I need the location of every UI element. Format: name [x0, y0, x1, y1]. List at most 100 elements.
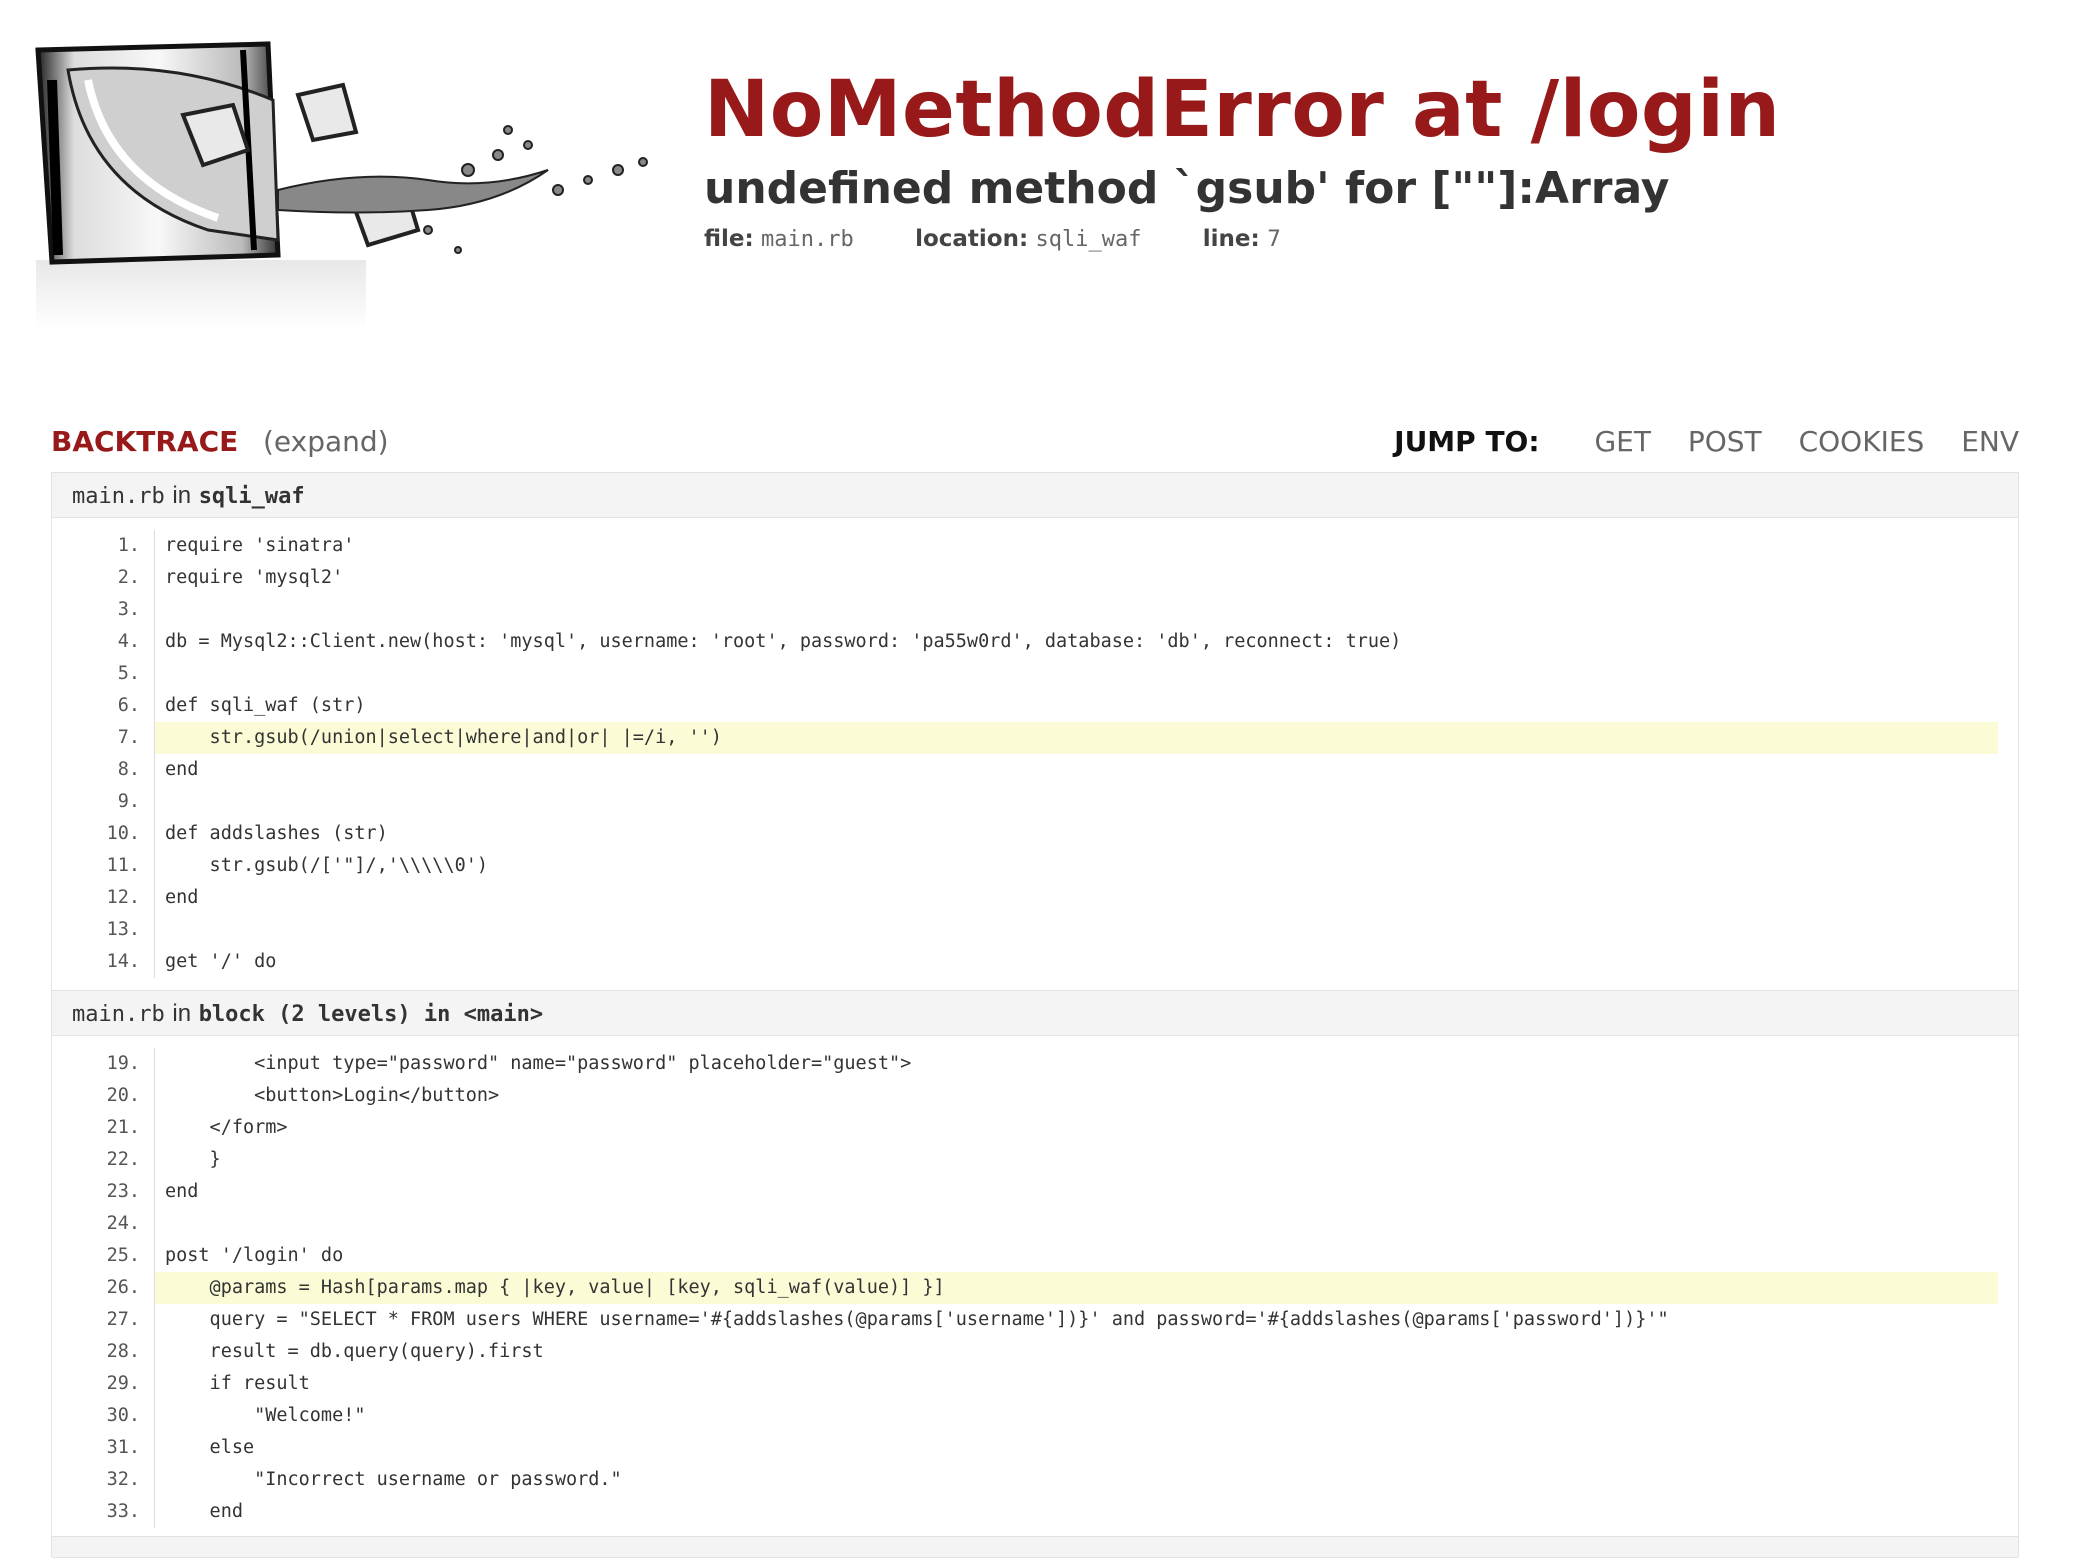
code-line: 9.: [52, 786, 2018, 818]
code-context: 1. require 'sinatra' 2. require 'mysql2' 3. 4…: [52, 518, 2018, 978]
line-number: 13.: [52, 914, 155, 946]
line-number: 1.: [52, 530, 155, 562]
backtrace-frame[interactable]: [51, 1536, 2019, 1558]
code-line: 30. "Welcome!": [52, 1400, 2018, 1432]
line-number: 7.: [52, 722, 155, 754]
sinatra-logo: [35, 41, 648, 330]
line-code: <input type="password" name="password" p…: [165, 1053, 912, 1074]
code-line: 10. def addslashes (str): [52, 818, 2018, 850]
line-code: def sqli_waf (str): [165, 695, 366, 716]
code-line: 31. else: [52, 1432, 2018, 1464]
line-code: get '/' do: [165, 951, 277, 972]
error-meta: file: main.rb location: sqli_waf line: 7: [704, 224, 1781, 255]
backtrace-frame[interactable]: main.rb in sqli_waf 1. require 'sinatra' 2…: [51, 472, 2019, 992]
frame-header[interactable]: main.rb in block (2 levels) in <main>: [52, 991, 2018, 1036]
code-line: 22. }: [52, 1144, 2018, 1176]
code-line: 4. db = Mysql2::Client.new(host: 'mysql',…: [52, 626, 2018, 658]
line-code: <button>Login</button>: [165, 1085, 500, 1106]
line-code: result = db.query(query).first: [165, 1341, 544, 1362]
line-code: require 'sinatra': [165, 535, 355, 556]
frame-header[interactable]: [52, 1537, 2018, 1558]
line-number: 12.: [52, 882, 155, 914]
backtrace-frame[interactable]: main.rb in block (2 levels) in <main> 19…: [51, 990, 2019, 1546]
error-title: NoMethodError at /login: [704, 65, 1781, 155]
frame-file: main.rb: [72, 484, 165, 509]
meta-location: location: sqli_waf: [915, 226, 1142, 252]
line-code: @params = Hash[params.map { |key, value|…: [155, 1272, 1998, 1304]
code-line: 3.: [52, 594, 2018, 626]
code-line: 27. query = "SELECT * FROM users WHERE u…: [52, 1304, 2018, 1336]
line-number: 30.: [52, 1400, 155, 1432]
jump-cookies-link[interactable]: COOKIES: [1799, 425, 1925, 458]
line-code: def addslashes (str): [165, 823, 388, 844]
jump-get-link[interactable]: GET: [1594, 425, 1651, 458]
line-number: 22.: [52, 1144, 155, 1176]
line-code: end: [165, 1501, 243, 1522]
line-code: require 'mysql2': [165, 567, 344, 588]
jump-to: JUMP TO: GET POST COOKIES ENV: [1394, 420, 2019, 464]
code-line-highlighted: 7. str.gsub(/union|select|where|and|or| …: [52, 722, 2018, 754]
code-line: 21. </form>: [52, 1112, 2018, 1144]
line-number: 8.: [52, 754, 155, 786]
code-line-highlighted: 26. @params = Hash[params.map { |key, va…: [52, 1272, 2018, 1304]
code-line: 1. require 'sinatra': [52, 530, 2018, 562]
line-number: 25.: [52, 1240, 155, 1272]
line-code: end: [165, 1181, 199, 1202]
code-line: 20. <button>Login</button>: [52, 1080, 2018, 1112]
jump-env-link[interactable]: ENV: [1961, 425, 2019, 458]
line-number: 23.: [52, 1176, 155, 1208]
code-line: 23. end: [52, 1176, 2018, 1208]
line-code: str.gsub(/['"]/,'\\\\\0'): [165, 855, 489, 876]
line-code: str.gsub(/union|select|where|and|or| |=/…: [155, 722, 1998, 754]
expand-link[interactable]: (expand): [263, 420, 389, 464]
backtrace-nav: BACKTRACE (expand) JUMP TO: GET POST COO…: [51, 420, 2019, 464]
meta-file: file: main.rb: [704, 226, 854, 252]
line-code: </form>: [165, 1117, 288, 1138]
code-line: 13.: [52, 914, 2018, 946]
line-number: 28.: [52, 1336, 155, 1368]
code-line: 14. get '/' do: [52, 946, 2018, 978]
line-number: 27.: [52, 1304, 155, 1336]
line-number: 31.: [52, 1432, 155, 1464]
code-line: 29. if result: [52, 1368, 2018, 1400]
code-context: 19. <input type="password" name="passwor…: [52, 1036, 2018, 1528]
code-line: 24.: [52, 1208, 2018, 1240]
line-code: end: [165, 887, 199, 908]
line-number: 20.: [52, 1080, 155, 1112]
line-number: 14.: [52, 946, 155, 978]
frame-in: in: [172, 1000, 192, 1027]
line-code: "Incorrect username or password.": [165, 1469, 622, 1490]
line-number: 5.: [52, 658, 155, 690]
line-number: 26.: [52, 1272, 155, 1304]
line-number: 32.: [52, 1464, 155, 1496]
line-number: 2.: [52, 562, 155, 594]
line-code: end: [165, 759, 199, 780]
code-line: 8. end: [52, 754, 2018, 786]
line-code: else: [165, 1437, 255, 1458]
line-number: 19.: [52, 1048, 155, 1080]
line-code: }: [165, 1149, 221, 1170]
backtrace-heading: BACKTRACE: [51, 425, 239, 458]
code-line: 12. end: [52, 882, 2018, 914]
frame-function: block (2 levels) in <main>: [198, 1002, 544, 1027]
jump-to-label: JUMP TO:: [1394, 425, 1540, 458]
code-line: 32. "Incorrect username or password.": [52, 1464, 2018, 1496]
frame-header[interactable]: main.rb in sqli_waf: [52, 473, 2018, 518]
line-number: 33.: [52, 1496, 155, 1528]
frame-function: sqli_waf: [198, 484, 305, 509]
code-line: 2. require 'mysql2': [52, 562, 2018, 594]
frame-file: main.rb: [72, 1002, 165, 1027]
line-code: "Welcome!": [165, 1405, 366, 1426]
line-code: db = Mysql2::Client.new(host: 'mysql', u…: [165, 631, 1402, 652]
line-number: 11.: [52, 850, 155, 882]
jump-post-link[interactable]: POST: [1688, 425, 1762, 458]
code-line: 28. result = db.query(query).first: [52, 1336, 2018, 1368]
line-number: 24.: [52, 1208, 155, 1240]
code-line: 6. def sqli_waf (str): [52, 690, 2018, 722]
line-number: 21.: [52, 1112, 155, 1144]
error-header: NoMethodError at /login undefined method…: [704, 60, 1781, 255]
line-number: 9.: [52, 786, 155, 818]
